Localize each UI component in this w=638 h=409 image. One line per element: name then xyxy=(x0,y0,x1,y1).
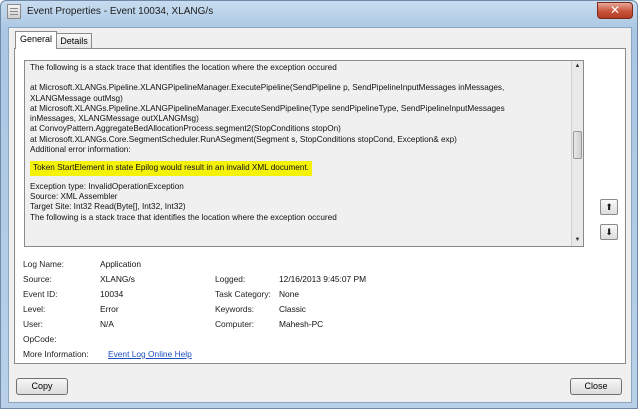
task-category-value: None xyxy=(279,289,300,299)
next-event-button[interactable]: ⬇ xyxy=(600,224,618,240)
more-information-label: More Information: xyxy=(23,349,89,359)
window-title: Event Properties - Event 10034, XLANG/s xyxy=(27,6,214,17)
description-line: Target Site: Int32 Read(Byte[], Int32, I… xyxy=(30,202,186,212)
event-viewer-icon xyxy=(7,4,21,19)
event-description: The following is a stack trace that iden… xyxy=(30,63,562,223)
event-id-label: Event ID: xyxy=(23,289,58,299)
user-label: User: xyxy=(23,319,44,329)
close-icon: ✕ xyxy=(609,3,621,17)
description-scrollbar[interactable]: ▲ ▼ xyxy=(571,61,583,246)
description-line: inMessages, XLANGMessage outXLANGMsg) xyxy=(30,114,199,124)
computer-label: Computer: xyxy=(215,319,255,329)
description-line: XLANGMessage outMsg) xyxy=(30,93,123,103)
keywords-value: Classic xyxy=(279,304,306,314)
computer-value: Mahesh-PC xyxy=(279,319,324,329)
arrow-down-icon: ⬇ xyxy=(605,227,613,237)
event-description-textbox[interactable]: The following is a stack trace that iden… xyxy=(24,60,584,247)
window-close-button[interactable]: ✕ xyxy=(597,2,633,19)
log-name-value: Application xyxy=(100,259,141,269)
level-label: Level: xyxy=(23,304,46,314)
general-tab-panel: The following is a stack trace that iden… xyxy=(14,48,626,364)
description-line: The following is a stack trace that iden… xyxy=(30,63,337,72)
scroll-down-icon[interactable]: ▼ xyxy=(572,235,583,246)
event-log-online-help-link[interactable]: Event Log Online Help xyxy=(108,349,192,359)
description-line: Source: XML Assembler xyxy=(30,191,118,201)
task-category-label: Task Category: xyxy=(215,289,271,299)
level-value: Error xyxy=(100,304,119,314)
description-line: Exception type: InvalidOperationExceptio… xyxy=(30,181,184,191)
highlighted-error-message: Token StartElement in state Epilog would… xyxy=(30,161,312,176)
description-line: at Microsoft.XLANGs.Pipeline.XLANGPipeli… xyxy=(30,83,505,93)
description-line: The following is a stack trace that iden… xyxy=(30,212,337,222)
event-id-value: 10034 xyxy=(100,289,124,299)
description-line: at Microsoft.XLANGs.Pipeline.XLANGPipeli… xyxy=(30,103,505,113)
event-properties-window: Event Properties - Event 10034, XLANG/s … xyxy=(0,0,638,409)
user-value: N/A xyxy=(100,319,114,329)
copy-button[interactable]: Copy xyxy=(16,378,68,395)
opcode-label: OpCode: xyxy=(23,334,57,344)
previous-event-button[interactable]: ⬆ xyxy=(600,199,618,215)
scroll-up-icon[interactable]: ▲ xyxy=(572,61,583,72)
description-line: at ConvoyPattern.AggregateBedAllocationP… xyxy=(30,124,341,134)
logged-label: Logged: xyxy=(215,274,246,284)
dialog-body: General Details The following is a stack… xyxy=(8,27,632,403)
keywords-label: Keywords: xyxy=(215,304,255,314)
log-name-label: Log Name: xyxy=(23,259,64,269)
scroll-thumb[interactable] xyxy=(573,131,582,159)
source-value: XLANG/s xyxy=(100,274,135,284)
arrow-up-icon: ⬆ xyxy=(605,202,613,212)
tab-general[interactable]: General xyxy=(15,31,57,49)
title-bar[interactable]: Event Properties - Event 10034, XLANG/s … xyxy=(1,1,637,23)
source-label: Source: xyxy=(23,274,52,284)
description-line: Additional error information: xyxy=(30,145,131,155)
logged-value: 12/16/2013 9:45:07 PM xyxy=(279,274,367,284)
description-line: at Microsoft.XLANGs.Core.SegmentSchedule… xyxy=(30,134,457,144)
close-button[interactable]: Close xyxy=(570,378,622,395)
tab-details[interactable]: Details xyxy=(56,33,92,49)
